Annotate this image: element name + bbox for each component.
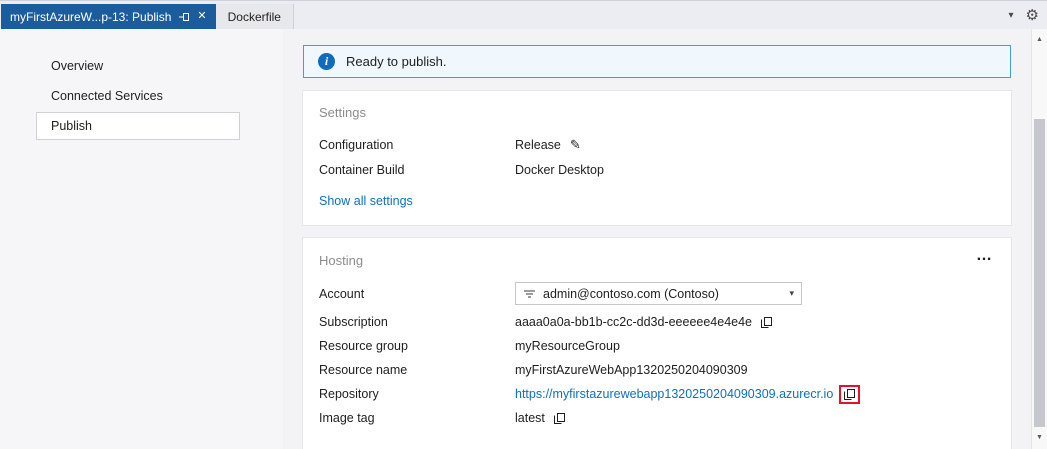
resource-name-label: Resource name xyxy=(319,363,515,377)
vertical-scrollbar[interactable]: ▲ ▼ xyxy=(1031,29,1047,449)
gear-icon[interactable]: ⚙ xyxy=(1026,6,1039,24)
image-tag-value: latest xyxy=(515,411,545,425)
banner-text: Ready to publish. xyxy=(346,54,446,69)
settings-card: Settings Configuration Release ✎ Contain… xyxy=(303,91,1011,225)
tab-publish-label: myFirstAzureW...p-13: Publish xyxy=(10,10,171,24)
hosting-card: Hosting … Account admin@cont xyxy=(303,238,1011,449)
configuration-value: Release xyxy=(515,138,561,152)
resource-name-row: Resource name myFirstAzureWebApp13202502… xyxy=(319,358,995,382)
repository-row: Repository https://myfirstazurewebapp132… xyxy=(319,382,995,406)
sidebar-item-publish[interactable]: Publish xyxy=(36,112,240,140)
subscription-row: Subscription aaaa0a0a-bb1b-cc2c-dd3d-eee… xyxy=(319,310,995,334)
resource-group-value: myResourceGroup xyxy=(515,339,620,353)
container-build-label: Container Build xyxy=(319,163,515,177)
red-highlight-box xyxy=(839,385,860,404)
publish-nav-sidebar: Overview Connected Services Publish xyxy=(0,29,283,449)
resource-group-row: Resource group myResourceGroup xyxy=(319,334,995,358)
hosting-title: Hosting xyxy=(319,253,363,268)
container-build-value: Docker Desktop xyxy=(515,163,604,177)
account-filter-icon xyxy=(523,288,536,300)
pin-icon[interactable] xyxy=(178,11,190,23)
sidebar-item-overview[interactable]: Overview xyxy=(36,52,240,80)
publish-page: Overview Connected Services Publish i Re… xyxy=(0,29,1047,449)
image-tag-row: Image tag latest xyxy=(319,406,995,430)
account-row: Account admin@contoso.com (Contoso) ▾ xyxy=(319,280,995,307)
tab-publish[interactable]: myFirstAzureW...p-13: Publish ✕ xyxy=(1,4,216,29)
sidebar-item-connected-services[interactable]: Connected Services xyxy=(36,82,240,110)
scroll-down-arrow-icon[interactable]: ▼ xyxy=(1032,430,1047,446)
tab-dockerfile[interactable]: Dockerfile xyxy=(216,4,294,29)
vs-publish-window: { "doc_tabs": { "active_label": "myFirst… xyxy=(0,0,1047,449)
resource-name-value: myFirstAzureWebApp1320250204090309 xyxy=(515,363,748,377)
resource-group-label: Resource group xyxy=(319,339,515,353)
account-value: admin@contoso.com (Contoso) xyxy=(543,287,782,301)
document-tab-bar: myFirstAzureW...p-13: Publish ✕ Dockerfi… xyxy=(0,1,1047,29)
publish-content: i Ready to publish. Settings Configurati… xyxy=(283,29,1031,449)
configuration-label: Configuration xyxy=(319,138,515,152)
account-combobox[interactable]: admin@contoso.com (Contoso) ▾ xyxy=(515,282,802,305)
settings-title: Settings xyxy=(319,105,995,120)
show-all-settings-link[interactable]: Show all settings xyxy=(319,194,413,208)
close-icon[interactable]: ✕ xyxy=(197,11,206,22)
account-label: Account xyxy=(319,287,515,301)
image-tag-label: Image tag xyxy=(319,411,515,425)
subscription-label: Subscription xyxy=(319,315,515,329)
edit-configuration-icon[interactable]: ✎ xyxy=(570,137,581,153)
info-icon: i xyxy=(318,53,335,70)
tab-bar-actions: ▾ ⚙ xyxy=(1009,1,1039,29)
repository-link[interactable]: https://myfirstazurewebapp13202502040903… xyxy=(515,387,833,401)
configuration-row: Configuration Release ✎ xyxy=(319,132,995,157)
subscription-value: aaaa0a0a-bb1b-cc2c-dd3d-eeeeee4e4e4e xyxy=(515,315,752,329)
scroll-up-arrow-icon[interactable]: ▲ xyxy=(1032,32,1047,48)
repository-label: Repository xyxy=(319,387,515,401)
scrollbar-thumb[interactable] xyxy=(1034,119,1045,427)
tab-dockerfile-label: Dockerfile xyxy=(228,10,281,24)
copy-subscription-icon[interactable] xyxy=(760,316,773,329)
copy-repository-icon[interactable] xyxy=(843,388,856,401)
ready-to-publish-banner: i Ready to publish. xyxy=(303,45,1011,78)
account-dropdown-arrow-icon[interactable]: ▾ xyxy=(789,288,794,299)
copy-image-tag-icon[interactable] xyxy=(553,412,566,425)
container-build-row: Container Build Docker Desktop xyxy=(319,157,995,182)
chevron-down-icon[interactable]: ▾ xyxy=(1009,10,1014,21)
hosting-more-actions-button[interactable]: … xyxy=(974,252,995,268)
